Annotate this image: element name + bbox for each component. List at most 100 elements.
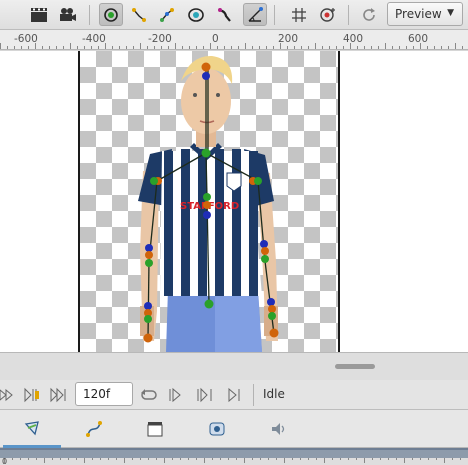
timeline-tick bbox=[316, 458, 317, 460]
timeline-tick bbox=[452, 458, 453, 460]
clapperboard-icon[interactable] bbox=[27, 3, 51, 26]
ruler-tick bbox=[427, 46, 428, 49]
preview-dropdown[interactable]: Preview ▼ bbox=[387, 2, 463, 26]
ruler-tick bbox=[35, 43, 36, 49]
timeline-tick bbox=[412, 458, 413, 460]
ink-tool-icon[interactable] bbox=[213, 3, 237, 26]
tab-animation[interactable] bbox=[3, 410, 61, 448]
timeline-tick bbox=[108, 458, 109, 460]
top-toolbar: Preview ▼ bbox=[0, 0, 468, 30]
bottom-tab-bar bbox=[0, 410, 468, 448]
ruler-tick bbox=[266, 46, 267, 49]
timeline-tick bbox=[28, 458, 29, 460]
ruler-label: -400 bbox=[82, 33, 106, 45]
skip-to-end-icon[interactable] bbox=[49, 385, 69, 405]
ruler-tick bbox=[273, 46, 274, 49]
character-rig[interactable]: STAFFORD bbox=[0, 51, 468, 352]
ruler-tick bbox=[357, 46, 358, 49]
ruler-tick bbox=[224, 46, 225, 49]
bone-tool-icon[interactable] bbox=[127, 3, 151, 26]
pivot-tool-icon[interactable] bbox=[99, 3, 123, 26]
ruler-tick bbox=[420, 43, 421, 49]
timeline-tick bbox=[12, 458, 13, 460]
stage-canvas[interactable]: STAFFORD bbox=[0, 51, 468, 352]
next-keyframe-icon[interactable] bbox=[195, 385, 217, 405]
ruler-tick bbox=[413, 46, 414, 49]
tab-curves[interactable] bbox=[65, 410, 123, 448]
timeline-tick bbox=[332, 458, 333, 460]
timeline-tick bbox=[268, 458, 269, 460]
ruler-tick bbox=[462, 46, 463, 49]
timeline-tick bbox=[404, 458, 405, 463]
ruler-tick bbox=[133, 46, 134, 49]
step-forward-icon[interactable] bbox=[166, 385, 186, 405]
tab-clips[interactable] bbox=[126, 410, 184, 448]
ruler-tick bbox=[84, 46, 85, 49]
ruler-tick bbox=[56, 46, 57, 49]
timeline-tick bbox=[236, 458, 237, 460]
timeline-tick bbox=[252, 458, 253, 460]
timeline-strip[interactable]: 0 bbox=[0, 448, 468, 465]
ruler-tick bbox=[189, 46, 190, 49]
ruler-tick bbox=[0, 43, 1, 49]
play-to-end-icon[interactable] bbox=[225, 385, 245, 405]
timeline-tick bbox=[84, 458, 85, 463]
bone-joint bbox=[203, 211, 211, 219]
timeline-tick bbox=[396, 458, 397, 460]
camera-icon[interactable] bbox=[56, 3, 80, 26]
frame-count-input[interactable]: 120f bbox=[75, 382, 133, 406]
bone-joint bbox=[203, 201, 211, 209]
timeline-tick bbox=[220, 458, 221, 460]
ruler-tick bbox=[385, 43, 386, 49]
grid-icon[interactable] bbox=[287, 3, 311, 26]
bone-joint bbox=[268, 312, 276, 320]
timeline-tick bbox=[68, 458, 69, 460]
bone-joint bbox=[145, 259, 153, 267]
loop-icon[interactable] bbox=[138, 385, 160, 405]
timeline-tick bbox=[444, 458, 445, 463]
ruler-tick bbox=[196, 46, 197, 49]
onion-skin-icon[interactable] bbox=[316, 3, 340, 26]
bones-icon bbox=[209, 422, 225, 436]
ruler-tick bbox=[154, 46, 155, 49]
timeline-tick bbox=[292, 458, 293, 460]
ruler-tick bbox=[168, 46, 169, 49]
timeline-tick bbox=[348, 458, 349, 460]
ruler-tick bbox=[98, 46, 99, 49]
timeline-tick bbox=[148, 458, 149, 460]
tab-audio[interactable] bbox=[250, 410, 308, 448]
play-reverse-icon[interactable] bbox=[0, 385, 14, 405]
ruler-tick bbox=[308, 46, 309, 49]
editor-window: Preview ▼ -600 -400 -200 0 200 400 600 1… bbox=[0, 0, 468, 465]
toolbar-divider bbox=[274, 5, 275, 25]
timeline-tick bbox=[300, 458, 301, 460]
bone-joint bbox=[204, 299, 214, 309]
ruler-tick bbox=[175, 43, 176, 49]
timeline-tick bbox=[244, 458, 245, 463]
ruler-tick bbox=[441, 46, 442, 49]
timeline-tick bbox=[92, 458, 93, 460]
playback-divider bbox=[253, 384, 254, 406]
refresh-icon[interactable] bbox=[357, 3, 381, 26]
timeline-tick bbox=[180, 458, 181, 460]
skeleton-tool-icon[interactable] bbox=[155, 3, 179, 26]
ruler-tick bbox=[434, 46, 435, 49]
ik-tool-icon[interactable] bbox=[243, 3, 267, 26]
ruler-tick bbox=[70, 43, 71, 49]
transform-tool-icon[interactable] bbox=[184, 3, 208, 26]
ruler-tick bbox=[399, 46, 400, 49]
ruler-tick bbox=[245, 43, 246, 49]
timeline-tick bbox=[420, 458, 421, 460]
splitter-handle[interactable] bbox=[335, 364, 375, 369]
timeline-tick bbox=[364, 458, 365, 463]
ruler-label: 200 bbox=[278, 33, 299, 45]
bone-joint bbox=[144, 315, 152, 323]
playback-controls: 120f Idle bbox=[0, 380, 468, 410]
ruler-tick bbox=[14, 46, 15, 49]
loop-marker-icon[interactable] bbox=[22, 385, 42, 405]
timeline-tick bbox=[164, 458, 165, 463]
ruler-tick bbox=[252, 46, 253, 49]
ruler-tick bbox=[406, 46, 407, 49]
tab-bones[interactable] bbox=[188, 410, 246, 448]
ruler-tick bbox=[119, 46, 120, 49]
